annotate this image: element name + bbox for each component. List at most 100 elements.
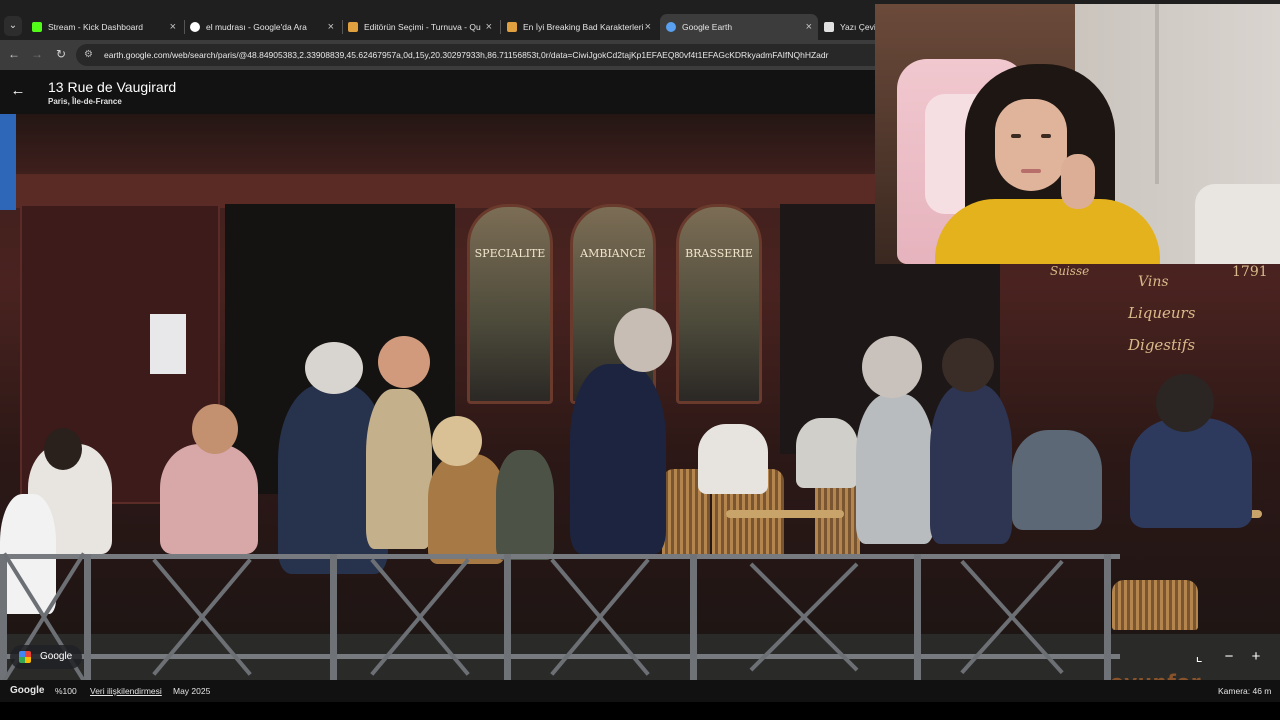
pedestrian-head	[44, 428, 82, 470]
translate-favicon-icon	[824, 22, 834, 32]
zoom-out-button[interactable]: −	[1220, 648, 1238, 666]
tab-breaking-bad[interactable]: En İyi Breaking Bad Karakterleri ×	[507, 14, 657, 40]
pedestrian	[1012, 430, 1102, 530]
pedestrian	[698, 424, 768, 494]
wall-sign: Suisse	[1050, 264, 1090, 278]
pedestrian-head	[862, 336, 922, 398]
tab-separator	[500, 20, 501, 34]
pedestrian-head	[942, 338, 994, 392]
zoom-level: %100	[55, 686, 77, 696]
streamer-mouth	[1021, 169, 1041, 173]
tab-title: Stream - Kick Dashboard	[48, 22, 143, 32]
back-icon[interactable]: ←	[6, 46, 22, 62]
site-settings-icon[interactable]: ⚙	[84, 49, 96, 61]
site-favicon-icon	[348, 22, 358, 32]
pedestrian	[1130, 418, 1252, 528]
pedestrian	[160, 444, 258, 554]
tab-close-icon[interactable]: ×	[806, 14, 812, 40]
pedestrian-head	[1156, 374, 1214, 432]
tab-close-icon[interactable]: ×	[170, 14, 176, 40]
railing-bar	[0, 554, 1120, 559]
tab-title: Editörün Seçimi - Turnuva - Qu	[364, 22, 481, 32]
wall-sign: 1791	[1232, 264, 1268, 280]
window-sign: SPECIALITE	[474, 247, 546, 260]
pedestrian	[796, 418, 858, 488]
tab-title: En İyi Breaking Bad Karakterleri	[523, 22, 644, 32]
webcam-background-shelf	[1155, 4, 1159, 184]
google-chip-label: Google	[40, 651, 73, 662]
tab-separator	[184, 20, 185, 34]
tab-title: Google Earth	[682, 22, 733, 32]
railing-post	[330, 554, 337, 680]
earth-status-bar: Google %100 Veri ilişkilendirmesi May 20…	[0, 680, 1280, 702]
pedestrian-head	[378, 336, 430, 388]
window-sign: BRASSERIE	[685, 247, 753, 260]
data-attribution-link[interactable]: Veri ilişkilendirmesi	[90, 680, 162, 702]
streamer-face	[995, 99, 1067, 191]
webcam-overlay	[875, 4, 1280, 264]
railing-post	[690, 554, 697, 680]
screen: ⌄ Stream - Kick Dashboard × el mudrası -…	[0, 0, 1280, 720]
railing-post	[1104, 554, 1111, 680]
tab-title: Yazı Çevir	[840, 22, 879, 32]
pedestrian-head	[192, 404, 238, 454]
google-maps-chip[interactable]: Google	[10, 645, 82, 669]
pedestrian	[496, 450, 554, 560]
tab-translate[interactable]: Yazı Çevir	[824, 14, 880, 40]
zoom-in-button[interactable]: +	[1247, 648, 1265, 666]
street-sign	[0, 114, 16, 210]
menu-board	[150, 314, 186, 374]
railing-post	[84, 554, 91, 680]
tab-kick-dashboard[interactable]: Stream - Kick Dashboard ×	[32, 14, 182, 40]
pedestrian	[428, 454, 506, 564]
url-text: earth.google.com/web/search/paris/@48.84…	[104, 50, 829, 60]
tab-title: el mudrası - Google'da Ara	[206, 22, 307, 32]
google-maps-icon	[19, 651, 31, 663]
wall-sign: Liqueurs	[1128, 304, 1196, 322]
tab-separator	[342, 20, 343, 34]
earth-place-header: ← 13 Rue de Vaugirard Paris, Île-de-Fran…	[0, 70, 880, 114]
streamer-sweater	[935, 199, 1160, 264]
cafe-table	[726, 510, 844, 518]
tab-close-icon[interactable]: ×	[486, 14, 492, 40]
tab-search-chevron-icon[interactable]: ⌄	[4, 16, 22, 36]
camera-altitude: Kamera: 46 m	[1218, 686, 1272, 696]
earth-favicon-icon	[666, 22, 676, 32]
place-subtitle: Paris, Île-de-France	[48, 97, 122, 106]
pedestrian-head	[432, 416, 482, 466]
webcam-background-object	[1195, 184, 1280, 264]
tab-close-icon[interactable]: ×	[645, 14, 651, 40]
back-arrow-icon[interactable]: ←	[9, 82, 27, 100]
pedestrian-head	[614, 308, 672, 372]
streamer-eye	[1011, 134, 1021, 138]
tilt-icon[interactable]: ⌞	[1190, 648, 1208, 666]
pedestrian	[570, 364, 666, 554]
wall-sign: Vins	[1138, 274, 1169, 290]
pedestrian	[856, 394, 934, 544]
wall-sign: Digestifs	[1128, 336, 1196, 354]
railing-post	[0, 554, 7, 680]
railing-post	[504, 554, 511, 680]
window-sign: AMBIANCE	[580, 247, 646, 260]
pedestrian-head	[305, 342, 363, 394]
metal-railing	[0, 552, 1280, 680]
site-favicon-icon	[507, 22, 517, 32]
tab-google-earth[interactable]: Google Earth ×	[660, 14, 818, 40]
screen-bottom-edge	[0, 702, 1280, 720]
kick-favicon-icon	[32, 22, 42, 32]
railing-post	[914, 554, 921, 680]
pedestrian	[930, 384, 1012, 544]
imagery-date: May 2025	[173, 686, 211, 696]
place-title: 13 Rue de Vaugirard	[48, 79, 177, 95]
tab-close-icon[interactable]: ×	[328, 14, 334, 40]
reload-icon[interactable]: ↻	[53, 46, 69, 62]
google-brand: Google	[10, 685, 45, 696]
tab-editors-choice[interactable]: Editörün Seçimi - Turnuva - Qu ×	[348, 14, 498, 40]
google-favicon-icon	[190, 22, 200, 32]
tab-google-search[interactable]: el mudrası - Google'da Ara ×	[190, 14, 340, 40]
cafe-window: SPECIALITE	[467, 204, 553, 404]
pedestrian	[366, 389, 432, 549]
streamer-hand	[1061, 154, 1095, 209]
streamer-eye	[1041, 134, 1051, 138]
forward-icon[interactable]: →	[29, 46, 45, 62]
